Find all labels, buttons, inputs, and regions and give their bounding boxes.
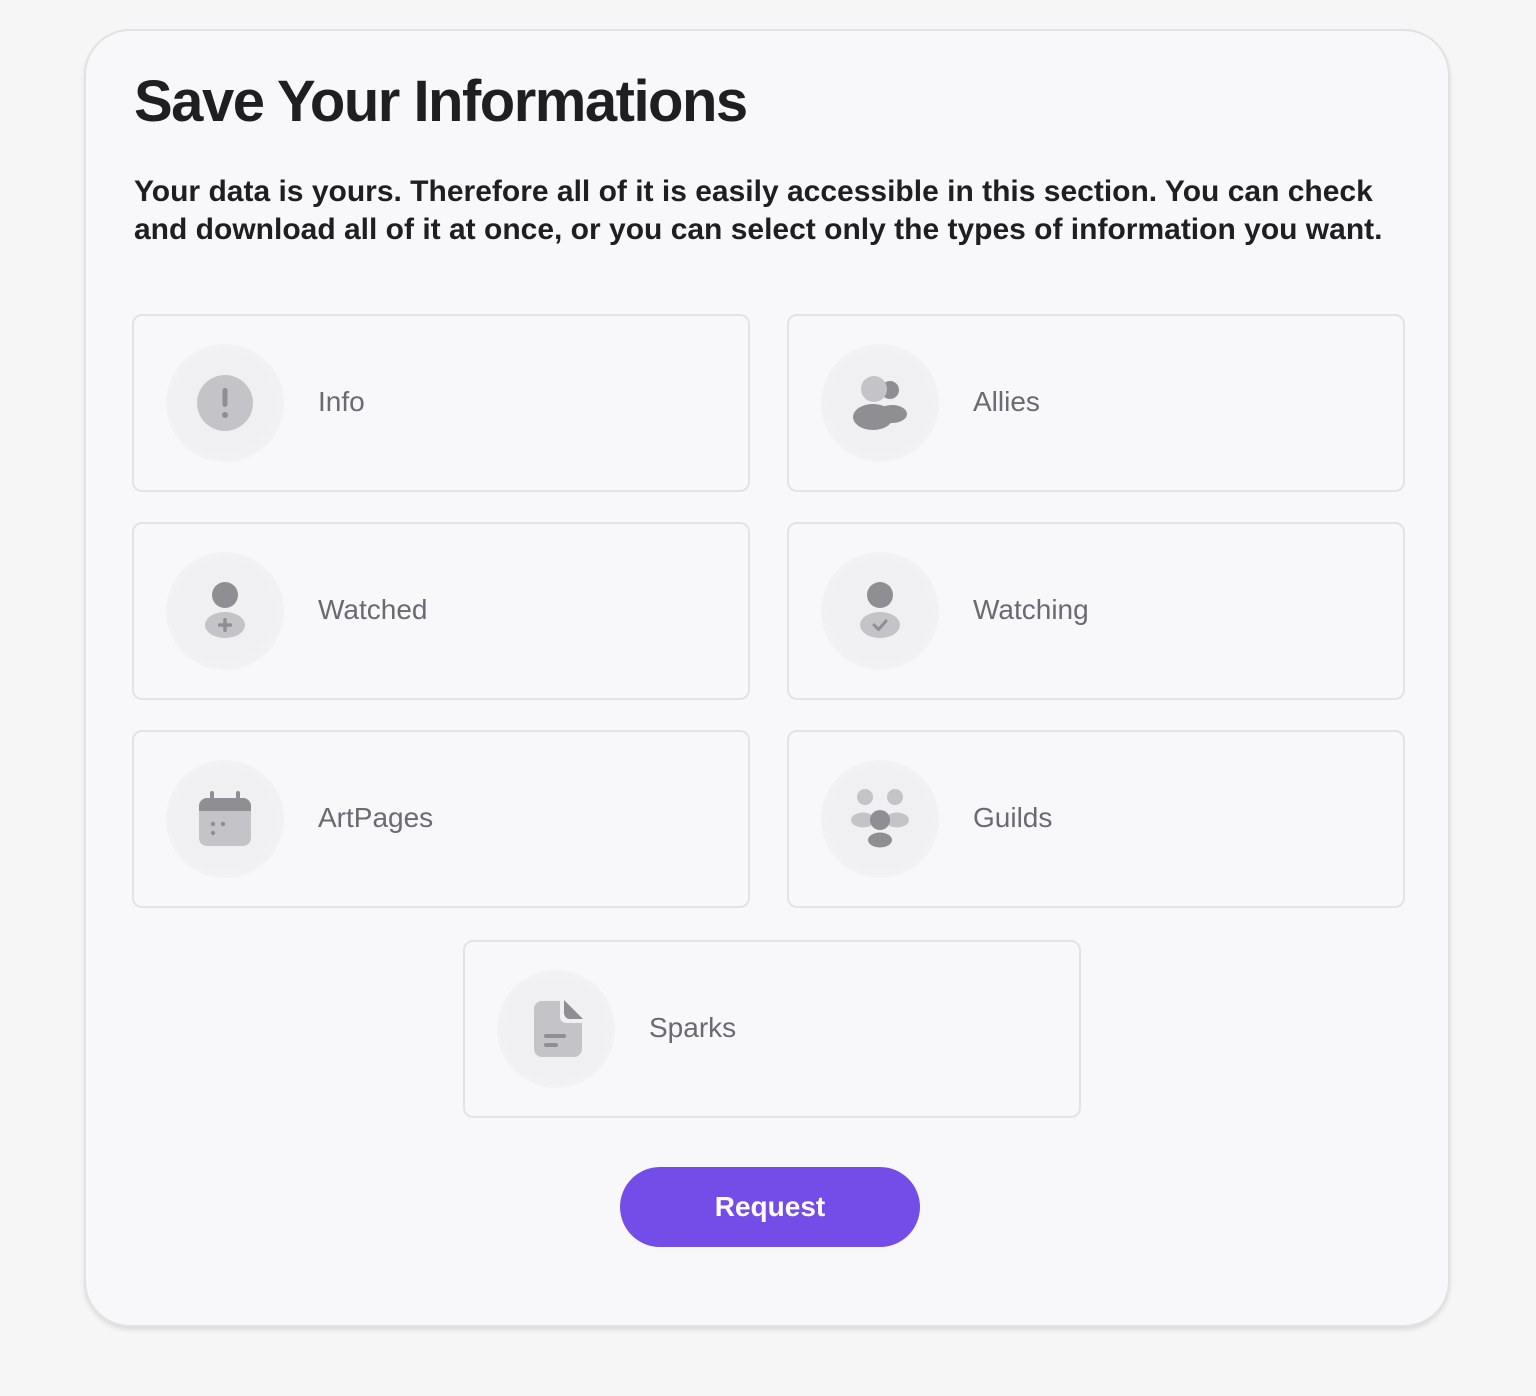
save-info-panel: Save Your Informations Your data is your… (84, 29, 1450, 1327)
option-card-info[interactable]: Info (132, 314, 750, 492)
option-label: Sparks (649, 1012, 737, 1043)
page-title: Save Your Informations (134, 69, 748, 134)
info-icon (166, 344, 284, 462)
request-button[interactable]: Request (620, 1167, 920, 1247)
group-icon (821, 760, 939, 878)
option-label: Watching (973, 594, 1089, 625)
option-card-artpages[interactable]: ArtPages (132, 730, 750, 908)
option-card-allies[interactable]: Allies (787, 314, 1405, 492)
option-label: Watched (318, 594, 428, 625)
option-card-guilds[interactable]: Guilds (787, 730, 1405, 908)
allies-icon (821, 344, 939, 462)
document-icon (497, 970, 615, 1088)
user-check-icon (821, 552, 939, 670)
option-label: ArtPages (318, 802, 434, 833)
page-description: Your data is yours. Therefore all of it … (134, 175, 1383, 246)
option-label: Info (318, 386, 365, 417)
user-plus-icon (166, 552, 284, 670)
option-label: Guilds (973, 802, 1053, 833)
option-card-watched[interactable]: Watched (132, 522, 750, 700)
calendar-icon (166, 760, 284, 878)
option-card-watching[interactable]: Watching (787, 522, 1405, 700)
option-card-sparks[interactable]: Sparks (463, 940, 1081, 1118)
option-label: Allies (973, 386, 1040, 417)
